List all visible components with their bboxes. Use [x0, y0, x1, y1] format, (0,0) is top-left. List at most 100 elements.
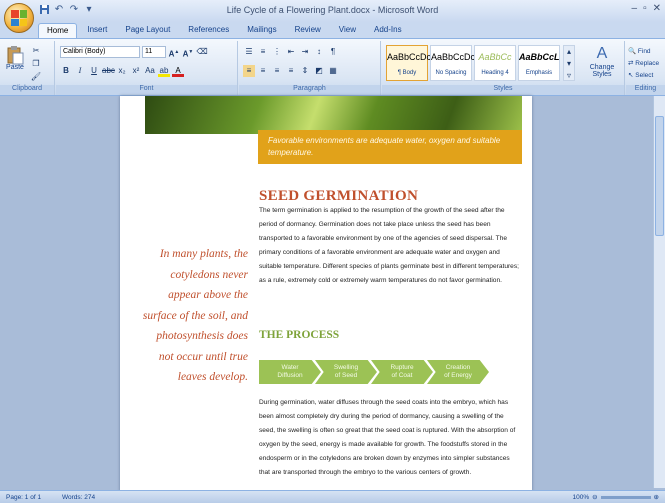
font-name-combo[interactable]: Calibri (Body)	[60, 46, 140, 58]
zoom-control: 100% ⊖ ⊕	[572, 493, 659, 502]
bullets-icon[interactable]: ☰	[243, 46, 255, 58]
find-button[interactable]: 🔍 Find	[628, 46, 659, 58]
step-3-line-2: of Coat	[391, 372, 413, 379]
replace-button[interactable]: ⇄ Replace	[628, 58, 659, 70]
zoom-level[interactable]: 100%	[572, 494, 589, 501]
select-icon: ↖	[628, 72, 634, 79]
multilevel-list-icon[interactable]: ⋮	[271, 46, 283, 58]
style-emphasis[interactable]: AaBbCcL Emphasis	[518, 45, 560, 81]
bold-icon[interactable]: B	[60, 65, 72, 77]
superscript-icon[interactable]: x²	[130, 65, 142, 77]
tab-references[interactable]: References	[180, 23, 237, 38]
highlight-icon[interactable]: ab	[158, 65, 170, 77]
cut-icon[interactable]: ✂	[30, 45, 42, 57]
editing-buttons: 🔍 Find ⇄ Replace ↖ Select	[628, 46, 659, 82]
change-case-icon[interactable]: Aa	[144, 65, 156, 77]
process-step-energy: Creation of Energy	[427, 360, 489, 384]
scrollbar-thumb[interactable]	[655, 116, 664, 236]
maximize-button[interactable]: ▫	[643, 3, 647, 14]
customize-qat-icon[interactable]: ▾	[83, 4, 95, 16]
paste-label: Paste	[6, 64, 24, 71]
decrease-indent-icon[interactable]: ⇤	[285, 46, 297, 58]
heading-seed-germination: SEED GERMINATION	[259, 188, 419, 204]
tab-insert[interactable]: Insert	[79, 23, 115, 38]
align-left-icon[interactable]: ≡	[243, 65, 255, 77]
title-bar: Life Cycle of a Flowering Plant.docx - M…	[0, 0, 665, 22]
font-row-2: B I U abc x₂ x² Aa ab A	[60, 65, 184, 77]
underline-icon[interactable]: U	[88, 65, 100, 77]
editing-group-label: Editing	[626, 85, 665, 95]
minimize-button[interactable]: –	[632, 3, 638, 14]
tab-review[interactable]: Review	[287, 23, 329, 38]
style-heading-4[interactable]: AaBbCc Heading 4	[474, 45, 516, 81]
step-1-line-1: Water	[281, 364, 299, 371]
tab-page-layout[interactable]: Page Layout	[117, 23, 178, 38]
office-button[interactable]	[4, 3, 34, 33]
heading-the-process: THE PROCESS	[259, 329, 340, 341]
italic-icon[interactable]: I	[74, 65, 86, 77]
strikethrough-icon[interactable]: abc	[102, 65, 115, 77]
show-marks-icon[interactable]: ¶	[327, 46, 339, 58]
paste-icon	[6, 45, 24, 65]
find-icon: 🔍	[628, 48, 637, 55]
line-spacing-icon[interactable]: ⇕	[299, 65, 311, 77]
zoom-in-icon[interactable]: ⊕	[654, 493, 659, 501]
grow-font-icon[interactable]: A▲	[168, 46, 180, 59]
subscript-icon[interactable]: x₂	[116, 65, 128, 77]
paste-button[interactable]: Paste	[3, 45, 27, 71]
style-body[interactable]: AaBbCcDc ¶ Body	[386, 45, 431, 81]
zoom-out-icon[interactable]: ⊖	[592, 493, 597, 501]
styles-scroll-icon[interactable]: ▴ ▾ ▿	[563, 45, 575, 81]
style-no-spacing[interactable]: AaBbCcDc No Spacing	[430, 45, 475, 81]
justify-icon[interactable]: ≡	[285, 65, 297, 77]
borders-icon[interactable]: ▦	[327, 65, 339, 77]
copy-icon[interactable]: ❐	[30, 58, 42, 70]
tab-home[interactable]: Home	[38, 23, 78, 38]
clipboard-small-buttons: ✂ ❐ 🖌	[30, 45, 42, 83]
redo-icon[interactable]: ↷	[68, 4, 80, 16]
styles-group: AaBbCcDc ¶ Body AaBbCcDc No Spacing AaBb…	[382, 41, 625, 95]
tab-add-ins[interactable]: Add-Ins	[366, 23, 410, 38]
align-center-icon[interactable]: ≡	[257, 65, 269, 77]
step-4-line-1: Creation	[445, 364, 471, 371]
font-size-combo[interactable]: 11	[142, 46, 166, 58]
font-color-icon[interactable]: A	[172, 65, 184, 77]
vertical-scrollbar[interactable]	[653, 96, 665, 488]
replace-icon: ⇄	[628, 60, 634, 67]
ribbon-tabs: Home Insert Page Layout References Maili…	[38, 22, 410, 38]
word-count[interactable]: Words: 274	[62, 494, 95, 501]
shrink-font-icon[interactable]: A▼	[182, 46, 194, 59]
select-button[interactable]: ↖ Select	[628, 70, 659, 82]
font-row-1: Calibri (Body) 11 A▲ A▼ ⌫	[60, 46, 208, 59]
document-page[interactable]: Favorable environments are adequate wate…	[120, 96, 532, 492]
numbering-icon[interactable]: ≡	[257, 46, 269, 58]
format-painter-icon[interactable]: 🖌	[30, 71, 42, 83]
step-2-line-2: of Seed	[334, 372, 358, 379]
clear-formatting-icon[interactable]: ⌫	[196, 46, 208, 58]
change-styles-button[interactable]: A Change Styles	[582, 45, 622, 78]
office-logo-icon	[11, 10, 27, 26]
style-emphasis-preview: AaBbCcL	[519, 52, 560, 62]
align-right-icon[interactable]: ≡	[271, 65, 283, 77]
step-2-line-1: Swelling	[333, 364, 359, 371]
tab-view[interactable]: View	[331, 23, 364, 38]
paragraph-process: During germination, water diffuses throu…	[259, 399, 516, 476]
sort-icon[interactable]: ↕	[313, 46, 325, 58]
style-emphasis-name: Emphasis	[525, 70, 553, 76]
page-count[interactable]: Page: 1 of 1	[6, 494, 41, 501]
increase-indent-icon[interactable]: ⇥	[299, 46, 311, 58]
shading-icon[interactable]: ◩	[313, 65, 325, 77]
tab-mailings[interactable]: Mailings	[239, 23, 284, 38]
close-button[interactable]: ✕	[653, 3, 661, 14]
save-icon[interactable]	[38, 4, 50, 16]
undo-icon[interactable]: ↶	[53, 4, 65, 16]
callout-box: Favorable environments are adequate wate…	[258, 130, 522, 164]
replace-label: Replace	[635, 60, 660, 67]
process-step-swelling: Swelling of Seed	[315, 360, 377, 384]
zoom-slider[interactable]	[600, 495, 651, 499]
style-no-spacing-name: No Spacing	[435, 70, 467, 76]
ribbon: Paste ✂ ❐ 🖌 Clipboard Calibri (Body) 11 …	[0, 38, 665, 96]
style-heading-4-preview: AaBbCc	[478, 52, 512, 62]
find-label: Find	[637, 48, 651, 55]
process-step-rupture: Rupture of Coat	[371, 360, 433, 384]
